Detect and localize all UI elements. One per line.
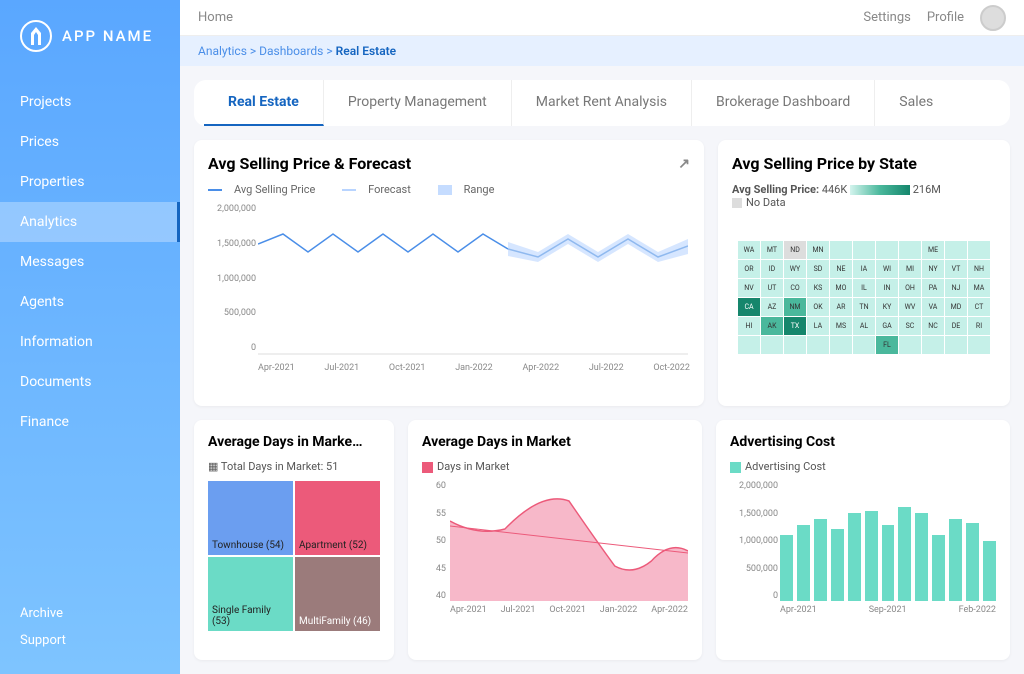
forecast-title: Avg Selling Price & Forecast <box>208 154 411 173</box>
profile-link[interactable]: Profile <box>927 10 964 25</box>
card-state-map: Avg Selling Price by State Avg Selling P… <box>718 140 1010 406</box>
tab-sales[interactable]: Sales <box>875 80 957 126</box>
treemap-multifamily[interactable]: MultiFamily (46) <box>295 557 380 631</box>
sidebar-item-analytics[interactable]: Analytics <box>0 202 180 242</box>
advertising-chart: 2,000,0001,500,0001,000,000500,0000 Apr-… <box>730 481 996 621</box>
sidebar-item-finance[interactable]: Finance <box>0 402 180 442</box>
breadcrumb: Analytics > Dashboards > Real Estate <box>180 36 1024 66</box>
advertising-title: Advertising Cost <box>730 434 835 450</box>
sidebar-archive[interactable]: Archive <box>20 600 160 627</box>
topbar: Home Settings Profile <box>180 0 1024 36</box>
sidebar-item-properties[interactable]: Properties <box>0 162 180 202</box>
tab-real-estate[interactable]: Real Estate <box>204 80 324 126</box>
avatar[interactable] <box>980 5 1006 31</box>
logo-icon <box>20 20 52 52</box>
sidebar-item-agents[interactable]: Agents <box>0 282 180 322</box>
days-chart: 6055504540 Apr-2021Jul-2021Oct-2021Jan-2… <box>422 481 688 621</box>
settings-link[interactable]: Settings <box>863 10 910 25</box>
sidebar-item-documents[interactable]: Documents <box>0 362 180 402</box>
app-name: APP NAME <box>62 27 153 45</box>
card-treemap: Average Days in Marke… ▦ Total Days in M… <box>194 420 394 660</box>
us-map[interactable]: WAMTNDMNME ORIDWYSDNEIAWIMINYVTNH NVUTCO… <box>732 217 996 377</box>
expand-icon[interactable]: ↗ <box>678 156 690 172</box>
treemap-chart[interactable]: Townhouse (54) Apartment (52) Single Fam… <box>208 481 380 631</box>
sidebar-support[interactable]: Support <box>20 627 160 654</box>
sidebar-item-prices[interactable]: Prices <box>0 122 180 162</box>
forecast-chart: 2,000,0001,500,0001,000,000500,0000 Apr-… <box>208 204 690 373</box>
treemap-townhouse[interactable]: Townhouse (54) <box>208 481 293 555</box>
breadcrumb-realestate: Real Estate <box>336 44 397 58</box>
sidebar-item-information[interactable]: Information <box>0 322 180 362</box>
home-link[interactable]: Home <box>198 10 233 25</box>
tab-brokerage[interactable]: Brokerage Dashboard <box>692 80 875 126</box>
sidebar-item-projects[interactable]: Projects <box>0 82 180 122</box>
forecast-legend: Avg Selling Price Forecast Range <box>208 183 690 196</box>
card-advertising: Advertising Cost Advertising Cost 2,000,… <box>716 420 1010 660</box>
map-legend: Avg Selling Price: 446K 216M No Data <box>732 183 996 209</box>
treemap-singlefamily[interactable]: Single Family (53) <box>208 557 293 631</box>
breadcrumb-analytics[interactable]: Analytics <box>198 44 247 58</box>
breadcrumb-dashboards[interactable]: Dashboards <box>259 44 323 58</box>
sidebar-item-messages[interactable]: Messages <box>0 242 180 282</box>
map-title: Avg Selling Price by State <box>732 154 917 173</box>
days-title: Average Days in Market <box>422 434 571 450</box>
sidebar: APP NAME Projects Prices Properties Anal… <box>0 0 180 674</box>
logo: APP NAME <box>0 20 180 82</box>
treemap-title: Average Days in Marke… <box>208 434 362 450</box>
tab-property-management[interactable]: Property Management <box>324 80 512 126</box>
treemap-apartment[interactable]: Apartment (52) <box>295 481 380 555</box>
treemap-sub: ▦ Total Days in Market: 51 <box>208 460 380 473</box>
card-days-line: Average Days in Market Days in Market 60… <box>408 420 702 660</box>
tab-market-rent[interactable]: Market Rent Analysis <box>512 80 692 126</box>
tabs: Real Estate Property Management Market R… <box>194 80 1010 126</box>
card-forecast: Avg Selling Price & Forecast ↗ Avg Sellin… <box>194 140 704 406</box>
